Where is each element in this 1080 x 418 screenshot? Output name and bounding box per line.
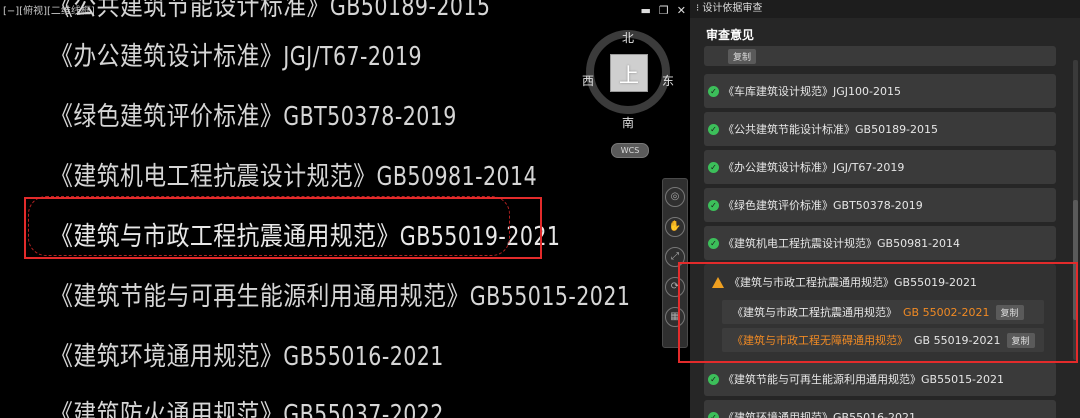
list-item-text: 《建筑节能与可再生能源利用通用规范》GB55015-2021	[723, 373, 1005, 386]
list-item-text: 《绿色建筑评价标准》GBT50378-2019	[723, 199, 923, 212]
panel-title: ⁝ 设计依据审查	[690, 0, 1080, 18]
pan-hand-icon[interactable]: ✋	[665, 217, 685, 237]
drawing-text-line[interactable]: 《公共建筑节能设计标准》GB50189-2015	[50, 0, 490, 23]
drag-handle-icon[interactable]: ⁝	[696, 3, 699, 14]
highlight-box-drawing	[24, 197, 542, 259]
drawing-text-line[interactable]: 《办公建筑设计标准》JGJ/T67-2019	[50, 36, 422, 73]
wcs-menu-button[interactable]: WCS	[611, 143, 649, 158]
list-item-text: 《建筑机电工程抗震设计规范》GB50981-2014	[723, 237, 961, 250]
list-item-text: 《办公建筑设计标准》JGJ/T67-2019	[723, 161, 905, 174]
close-icon[interactable]: ✕	[677, 4, 686, 17]
check-circle-icon: ✓	[708, 123, 719, 135]
drawing-text-line[interactable]: 《绿色建筑评价标准》GBT50378-2019	[50, 96, 457, 133]
check-circle-icon: ✓	[708, 411, 719, 418]
window-buttons: ▬ ❐ ✕	[641, 4, 687, 17]
restore-icon[interactable]: ❐	[659, 4, 669, 17]
check-circle-icon: ✓	[708, 237, 719, 249]
check-circle-icon: ✓	[708, 85, 719, 97]
panel-title-text: 设计依据审查	[702, 3, 763, 14]
highlight-box-panel	[678, 262, 1078, 363]
list-item[interactable]: ✓ 《办公建筑设计标准》JGJ/T67-2019	[704, 150, 1056, 184]
list-item-text: 《公共建筑节能设计标准》GB50189-2015	[723, 123, 939, 136]
copy-button[interactable]: 复制	[728, 48, 757, 64]
drawing-text-line[interactable]: 《建筑防火通用规范》GB55037-2022	[50, 394, 444, 418]
cad-drawing-viewport[interactable]: [−][俯视][二维线框] 《公共建筑节能设计标准》GB50189-2015 《办…	[0, 0, 690, 418]
list-item[interactable]: ✓ 《公共建筑节能设计标准》GB50189-2015	[704, 112, 1056, 146]
steering-wheel-icon[interactable]: ◎	[665, 187, 685, 207]
check-circle-icon: ✓	[708, 373, 719, 385]
list-item[interactable]: ✓ 《绿色建筑评价标准》GBT50378-2019	[704, 188, 1056, 222]
list-item-partial[interactable]: 复制	[704, 46, 1056, 66]
minimize-icon[interactable]: ▬	[641, 4, 651, 17]
drawing-text-line[interactable]: 《建筑机电工程抗震设计规范》GB50981-2014	[50, 156, 537, 193]
list-item-text: 《建筑环境通用规范》GB55016-2021	[723, 411, 917, 418]
list-item[interactable]: ✓ 《车库建筑设计规范》JGJ100-2015	[704, 74, 1056, 108]
compass-south[interactable]: 南	[622, 114, 634, 131]
compass-east[interactable]: 东	[662, 72, 674, 89]
list-item-text: 《车库建筑设计规范》JGJ100-2015	[723, 85, 901, 98]
list-item[interactable]: ✓ 《建筑节能与可再生能源利用通用规范》GB55015-2021	[704, 362, 1056, 396]
viewcube-top-face[interactable]: 上	[610, 54, 648, 92]
compass-west[interactable]: 西	[582, 72, 594, 89]
compass-north[interactable]: 北	[622, 29, 634, 46]
check-circle-icon: ✓	[708, 161, 719, 173]
viewcube[interactable]: 上 北 南 东 西	[582, 29, 674, 130]
list-item[interactable]: ✓ 《建筑机电工程抗震设计规范》GB50981-2014	[704, 226, 1056, 260]
list-item[interactable]: ✓ 《建筑环境通用规范》GB55016-2021	[704, 400, 1056, 418]
drawing-text-line[interactable]: 《建筑节能与可再生能源利用通用规范》GB55015-2021	[50, 276, 630, 313]
drawing-text-line[interactable]: 《建筑环境通用规范》GB55016-2021	[50, 336, 444, 373]
check-circle-icon: ✓	[708, 199, 719, 211]
